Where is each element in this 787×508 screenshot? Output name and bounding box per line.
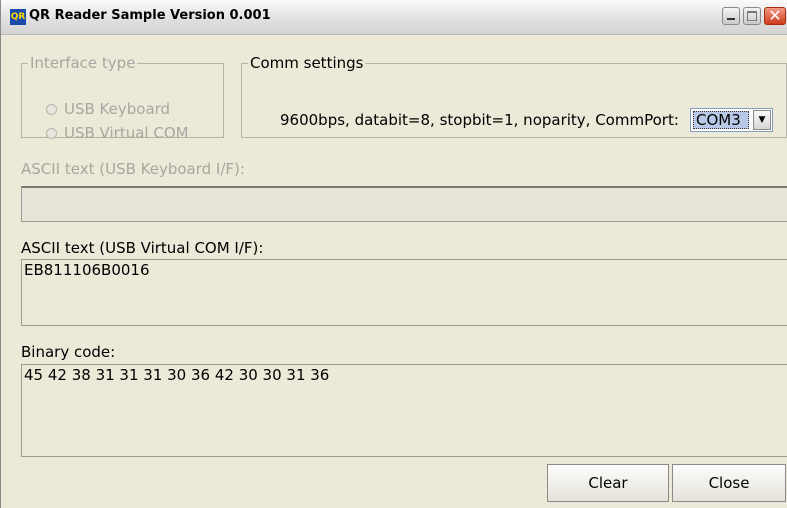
comm-settings-group: Comm settings 9600bps, databit=8, stopbi… bbox=[241, 54, 787, 138]
close-button[interactable]: Close bbox=[672, 464, 786, 502]
vcom-text-field[interactable]: EB811106B0016 bbox=[21, 259, 787, 326]
comm-settings-legend: Comm settings bbox=[250, 54, 364, 72]
title-bar[interactable]: QR QR Reader Sample Version 0.001 ✕ bbox=[1, 0, 787, 35]
comm-port-value: COM3 bbox=[693, 111, 749, 129]
radio-usb-keyboard-label: USB Keyboard bbox=[64, 100, 171, 118]
window-title: QR Reader Sample Version 0.001 bbox=[29, 8, 271, 23]
radio-usb-keyboard[interactable]: USB Keyboard bbox=[46, 100, 170, 118]
chevron-down-icon[interactable]: ▼ bbox=[753, 110, 771, 130]
comm-port-select[interactable]: COM3 ▼ bbox=[690, 108, 773, 132]
interface-type-group: Interface type USB Keyboard USB Virtual … bbox=[21, 54, 224, 142]
radio-circle-icon bbox=[46, 103, 57, 115]
minimize-icon bbox=[727, 18, 735, 20]
radio-usb-virtual-com-label: USB Virtual COM bbox=[64, 124, 189, 142]
close-icon: ✕ bbox=[768, 6, 782, 25]
binary-code-label: Binary code: bbox=[21, 343, 116, 361]
keyboard-text-field[interactable] bbox=[21, 186, 787, 222]
minimize-button[interactable] bbox=[722, 7, 740, 25]
vcom-text-value: EB811106B0016 bbox=[24, 261, 150, 279]
maximize-icon bbox=[747, 11, 757, 21]
close-window-button[interactable]: ✕ bbox=[764, 6, 786, 25]
vcom-text-label: ASCII text (USB Virtual COM I/F): bbox=[21, 239, 264, 257]
binary-code-field[interactable]: 45 42 38 31 31 31 30 36 42 30 30 31 36 bbox=[21, 364, 787, 457]
main-window: QR QR Reader Sample Version 0.001 ✕ Inte… bbox=[0, 0, 787, 508]
interface-type-legend: Interface type bbox=[30, 54, 136, 72]
binary-code-value: 45 42 38 31 31 31 30 36 42 30 30 31 36 bbox=[24, 366, 330, 384]
radio-circle-icon bbox=[46, 127, 57, 139]
qr-app-icon: QR bbox=[10, 9, 26, 25]
comm-settings-text: 9600bps, databit=8, stopbit=1, noparity,… bbox=[280, 111, 679, 129]
maximize-button[interactable] bbox=[743, 7, 761, 25]
radio-usb-virtual-com[interactable]: USB Virtual COM bbox=[46, 124, 189, 142]
clear-button[interactable]: Clear bbox=[547, 464, 669, 502]
keyboard-text-label: ASCII text (USB Keyboard I/F): bbox=[21, 160, 245, 178]
